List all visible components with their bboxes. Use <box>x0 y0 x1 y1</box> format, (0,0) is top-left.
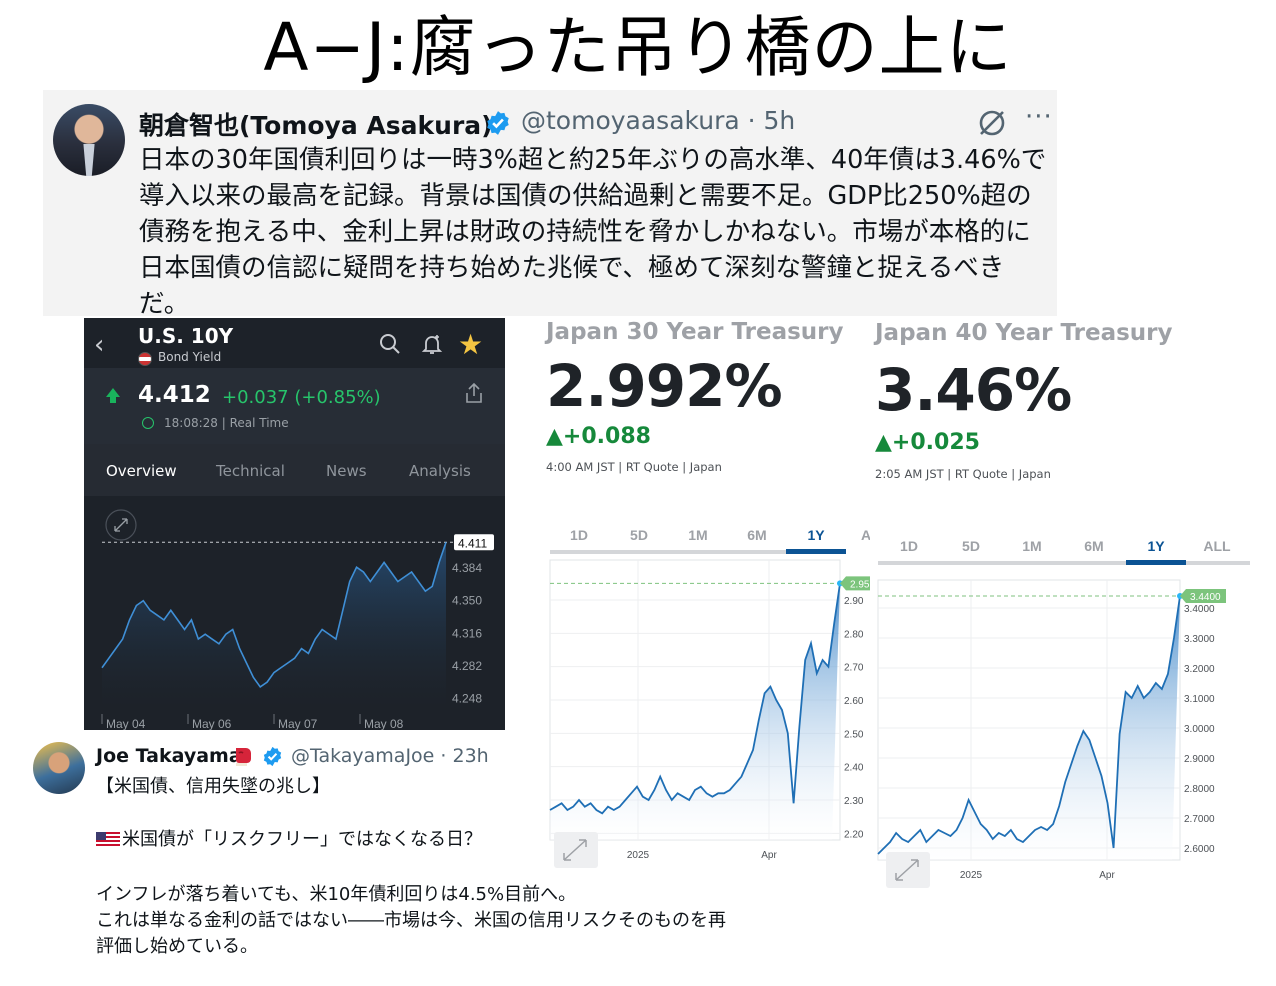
tweet-line: 評価し始めている。 <box>96 936 258 957</box>
tweet-line: インフレが落ち着いても、米10年債利回りは4.5%目前へ。 <box>96 884 577 905</box>
avatar[interactable] <box>33 742 85 794</box>
range-tab-1m: 1M <box>688 527 707 543</box>
last-value-label: 2.95 <box>850 579 870 590</box>
boxing-glove-icon <box>236 748 251 766</box>
last-price: 4.412 <box>138 382 211 408</box>
tweet-line: 米国債が「リスクフリー」ではなくなる日？ <box>122 829 482 850</box>
x-tick-label: Apr <box>1099 870 1115 881</box>
japan30-yield: 2.992% <box>546 352 783 420</box>
y-tick-label: 2.70 <box>844 663 864 674</box>
y-tick-label: 2.8000 <box>1184 784 1215 795</box>
watchlist-star-icon[interactable]: ★ <box>458 328 483 361</box>
y-tick-label: 2.60 <box>844 696 864 707</box>
tab-overview[interactable]: Overview <box>106 462 177 480</box>
y-tick-label: 2.7000 <box>1184 814 1215 825</box>
price-change: +0.037 (+0.85%) <box>222 387 381 408</box>
range-tab-active-indicator <box>1126 560 1186 565</box>
us10y-chart[interactable]: 4.248 4.282 4.316 4.350 4.384 4.411 May 04 May … <box>84 496 505 730</box>
verified-badge-icon <box>263 746 282 767</box>
more-options-icon[interactable]: ··· <box>1025 102 1053 132</box>
tweet-line: 【米国債、信用失墜の兆し】 <box>96 776 330 797</box>
us-flag-icon <box>96 832 120 848</box>
tweet-handle[interactable]: @TakayamaJoe · 23h <box>291 745 489 767</box>
verified-badge-icon <box>487 111 509 135</box>
y-tick-label: 3.2000 <box>1184 664 1215 675</box>
y-tick-label: 4.248 <box>452 691 482 705</box>
range-tab-track <box>878 561 1250 565</box>
tab-technical[interactable]: Technical <box>216 462 285 480</box>
tweet-line: これは単なる金利の話ではない――市場は今、米国の信用リスクそのものを再 <box>96 910 726 931</box>
y-tick-label: 2.20 <box>844 829 864 840</box>
y-tick-label: 2.80 <box>844 629 864 640</box>
y-tick-label: 2.9000 <box>1184 754 1215 765</box>
y-tick-label: 3.1000 <box>1184 694 1215 705</box>
tweet-author-name[interactable]: 朝倉智也(Tomoya Asakura) <box>139 106 493 142</box>
alert-bell-icon[interactable] <box>420 332 444 356</box>
range-tab-1m: 1M <box>1022 538 1041 554</box>
y-tick-label: 2.6000 <box>1184 844 1215 855</box>
x-tick-label: Apr <box>761 850 777 861</box>
x-tick-label: May 07 <box>278 717 318 730</box>
tab-analysis[interactable]: Analysis <box>409 462 471 480</box>
tweet-handle[interactable]: @tomoyaasakura · 5h <box>521 106 795 135</box>
last-value-label: 3.4400 <box>1190 592 1221 603</box>
page-title: A−J:腐った吊り橋の上に <box>263 9 1013 86</box>
x-tick-label: May 06 <box>192 717 232 730</box>
y-tick-label: 2.30 <box>844 796 864 807</box>
y-tick-label: 2.40 <box>844 763 864 774</box>
japan40-chart[interactable]: 1D 5D 1M 6M 1Y ALL 2.6000 2.7000 2.8000 2.9000 3.0… <box>876 530 1252 892</box>
x-tick-label: May 08 <box>364 717 404 730</box>
clock-icon <box>142 417 154 429</box>
tweet-author-name[interactable]: Joe Takayama <box>96 745 242 767</box>
japan30-chart[interactable]: 1D 5D 1M 6M 1Y A 2.20 2.30 2.40 2.50 2.60 2.70 2.80 2… <box>548 520 870 876</box>
us10y-quote-panel: ‹ U.S. 10Y Bond Yield ★ 4.412 +0.037 (+0… <box>84 318 505 730</box>
japan30-quote-meta: 4:00 AM JST | RT Quote | Japan <box>546 460 722 474</box>
y-tick-label: 3.0000 <box>1184 724 1215 735</box>
avatar[interactable] <box>53 104 125 176</box>
tweet-card[interactable]: 朝倉智也(Tomoya Asakura) @tomoyaasakura · 5h… <box>43 90 1057 316</box>
japan40-change: ▲+0.025 <box>875 430 980 455</box>
symbol-title: U.S. 10Y <box>138 324 234 348</box>
quote-time: 18:08:28 | Real Time <box>164 416 289 430</box>
range-tab-5d: 5D <box>962 538 980 554</box>
search-icon[interactable] <box>378 332 402 356</box>
japan30-title: Japan 30 Year Treasury <box>546 319 844 345</box>
symbol-subtitle: Bond Yield <box>158 350 222 364</box>
x-tick-label: 2025 <box>627 850 650 861</box>
expand-icon-arrows <box>114 518 128 532</box>
range-tab-6m: 6M <box>747 527 766 543</box>
range-tab-6m: 6M <box>1084 538 1103 554</box>
last-value-label: 4.411 <box>458 536 487 550</box>
range-tab-active-indicator <box>786 549 846 554</box>
range-tab-1y: 1Y <box>1147 538 1165 554</box>
up-arrow-stem <box>110 396 116 403</box>
japan40-yield: 3.46% <box>875 356 1072 424</box>
y-tick-label: 2.50 <box>844 729 864 740</box>
range-tab-all: ALL <box>1203 538 1231 554</box>
back-icon[interactable]: ‹ <box>94 330 104 360</box>
japan30-change: ▲+0.088 <box>546 424 651 449</box>
japan40-quote-meta: 2:05 AM JST | RT Quote | Japan <box>875 467 1051 481</box>
tab-news[interactable]: News <box>326 462 367 480</box>
range-tab-1d: 1D <box>570 527 588 543</box>
x-tick-label: May 04 <box>106 717 146 730</box>
range-tab-1y: 1Y <box>807 527 825 543</box>
range-tab-5d: 5D <box>630 527 648 543</box>
japan40-title: Japan 40 Year Treasury <box>875 320 1173 346</box>
y-tick-label: 4.384 <box>452 561 482 575</box>
y-tick-label: 4.316 <box>452 626 482 640</box>
y-tick-label: 4.282 <box>452 659 482 673</box>
series-area <box>102 542 446 708</box>
share-icon[interactable] <box>464 382 484 404</box>
range-tab-a: A <box>861 527 870 543</box>
x-tick-label: 2025 <box>960 870 983 881</box>
us-flag-icon <box>138 352 152 366</box>
y-tick-label: 3.4000 <box>1184 604 1215 615</box>
tweet-text: 日本の30年国債利回りは一時3%超と約25年ぶりの高水準、40年債は3.46%で… <box>139 145 1047 316</box>
grok-icon[interactable] <box>976 107 1008 139</box>
y-tick-label: 2.90 <box>844 596 864 607</box>
y-tick-label: 3.3000 <box>1184 634 1215 645</box>
y-tick-label: 4.350 <box>452 594 482 608</box>
range-tab-1d: 1D <box>900 538 918 554</box>
